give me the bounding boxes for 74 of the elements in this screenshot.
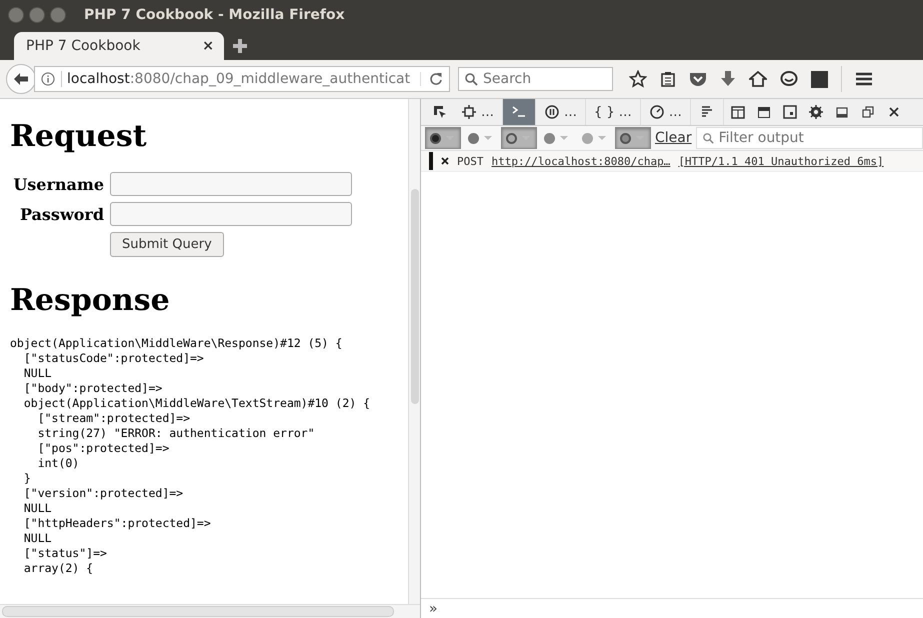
request-heading: Request	[10, 119, 148, 154]
output-line: object(Application\MiddleWare\Response)#12 (5) {	[10, 336, 342, 351]
output-line: ["stream":protected]=>	[36, 411, 190, 426]
back-button[interactable]	[6, 64, 36, 94]
output-line: NULL	[22, 531, 52, 546]
output-line: ["pos":protected]=>	[36, 441, 170, 456]
request-method: POST	[457, 154, 484, 168]
output-line: ["body":protected]=>	[22, 381, 162, 396]
debugger-tab[interactable]: …	[536, 99, 586, 125]
frame-icon[interactable]	[782, 104, 798, 120]
response-status-link[interactable]: [HTTP/1.1 401 Unauthorized 6ms]	[678, 154, 884, 168]
back-arrow-icon	[13, 72, 29, 86]
url-text: localhost:8080/chap_09_middleware_authenticat	[61, 71, 414, 87]
close-window-icon[interactable]	[8, 7, 24, 23]
filter-toggle[interactable]	[615, 127, 651, 149]
terminal-prompt-icon	[511, 104, 527, 120]
gauge-icon	[648, 104, 665, 120]
crosshair-icon	[461, 104, 477, 120]
window-icon[interactable]	[860, 104, 876, 120]
submit-button[interactable]: Submit Query	[110, 232, 224, 257]
text-field[interactable]	[110, 202, 352, 226]
style-editor-tab[interactable]: { } …	[586, 99, 641, 125]
output-line: ["version":protected]=>	[22, 486, 184, 501]
search-icon	[465, 73, 478, 86]
output-line: ["statusCode":protected]=>	[22, 351, 204, 366]
search-icon	[702, 133, 714, 144]
star-icon[interactable]	[629, 70, 647, 88]
smiley-icon[interactable]	[780, 71, 798, 87]
filter-toggle[interactable]	[501, 127, 537, 149]
reading-list-icon[interactable]	[660, 71, 676, 87]
search-field[interactable]: Search	[458, 67, 613, 91]
output-line: int(0)	[36, 456, 80, 471]
text-field[interactable]	[110, 172, 352, 196]
output-line: string(27) "ERROR: authentication error"	[36, 426, 315, 441]
download-icon[interactable]	[720, 70, 736, 88]
extension-icon[interactable]	[811, 70, 828, 88]
error-marker	[429, 152, 433, 170]
clear-button[interactable]: Clear	[653, 130, 694, 146]
home-icon[interactable]	[749, 71, 767, 87]
horizontal-scrollbar[interactable]	[0, 604, 420, 618]
pause-icon	[544, 104, 560, 120]
menu-icon[interactable]	[855, 71, 873, 87]
performance-tab[interactable]: …	[640, 99, 691, 125]
reload-icon[interactable]	[420, 72, 443, 86]
output-line: object(Application\MiddleWare\TextStream)#10 (2) {	[22, 396, 370, 411]
settings-icon[interactable]	[808, 104, 824, 120]
output-line: ["status"]=>	[22, 546, 107, 561]
console-prompt[interactable]: »	[429, 600, 438, 616]
maximize-window-icon[interactable]	[50, 7, 66, 23]
output-line: NULL	[22, 501, 52, 516]
address-bar[interactable]: localhost:8080/chap_09_middleware_authenticat	[34, 66, 450, 92]
request-url-link[interactable]: http://localhost:8080/chap…	[492, 154, 670, 168]
filter-toggle[interactable]	[425, 127, 461, 149]
output-line: }	[22, 471, 31, 486]
window-title: PHP 7 Cookbook - Mozilla Firefox	[84, 7, 345, 23]
shield-icon[interactable]	[689, 71, 707, 87]
terminal-icon[interactable]	[756, 104, 772, 120]
output-line: NULL	[22, 366, 52, 381]
console-tab[interactable]	[503, 99, 536, 125]
output-line: array(2) {	[22, 561, 94, 576]
response-heading: Response	[10, 283, 171, 318]
element-picker-icon[interactable]	[432, 104, 448, 120]
error-icon	[441, 157, 449, 165]
close-tab-button[interactable]: ×	[202, 38, 214, 54]
vertical-scrollbar[interactable]	[408, 99, 420, 604]
new-tab-icon[interactable]	[232, 38, 248, 54]
filter-field[interactable]: Filter output	[696, 127, 923, 149]
field-label: Password	[18, 204, 104, 224]
info-icon[interactable]	[41, 72, 55, 86]
output-line: ["httpHeaders":protected]=>	[22, 516, 211, 531]
minimize-window-icon[interactable]	[29, 7, 45, 23]
layout-icon[interactable]	[730, 104, 746, 120]
field-label: Username	[12, 174, 104, 194]
browser-tab[interactable]: PHP 7 Cookbook ×	[14, 32, 224, 60]
